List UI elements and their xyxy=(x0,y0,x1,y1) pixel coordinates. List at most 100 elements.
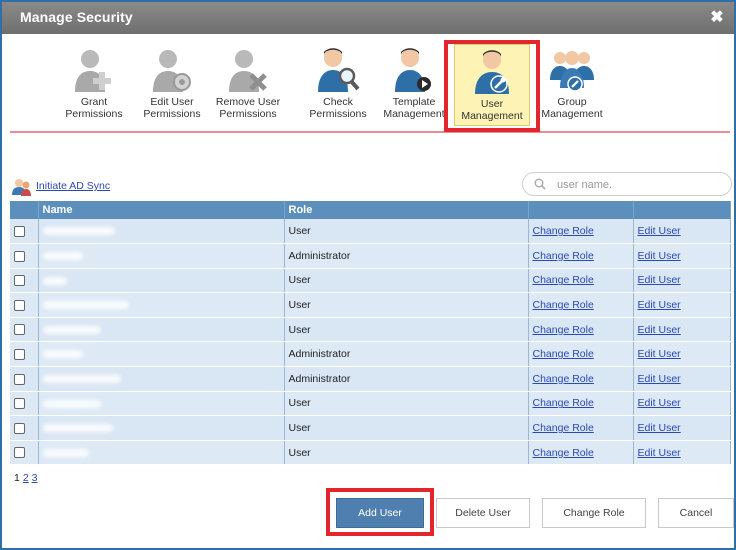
user-name-cell xyxy=(38,391,285,417)
change-role-link[interactable]: Change Role xyxy=(533,422,594,434)
user-remove-icon xyxy=(229,50,267,92)
row-checkbox[interactable] xyxy=(14,324,25,336)
edit-user-link[interactable]: Edit User xyxy=(638,422,681,434)
row-checkbox[interactable] xyxy=(14,225,25,237)
edit-user-link[interactable]: Edit User xyxy=(638,397,681,409)
change-role-link[interactable]: Change Role xyxy=(533,447,594,459)
search-box[interactable] xyxy=(522,172,732,196)
role-cell: User xyxy=(284,292,529,318)
user-wrench-icon xyxy=(475,50,509,94)
cancel-button[interactable]: Cancel xyxy=(658,498,734,528)
tool-template-management[interactable]: Template Management xyxy=(380,46,448,130)
dialog-title: Manage Security xyxy=(20,9,133,25)
role-cell: User xyxy=(284,317,529,343)
user-name-cell xyxy=(38,341,285,368)
user-gear-icon xyxy=(153,50,191,92)
group-wrench-icon xyxy=(550,51,594,92)
change-role-link[interactable]: Change Role xyxy=(533,299,594,311)
user-name-cell xyxy=(38,366,285,392)
tool-group-management[interactable]: Group Management xyxy=(534,46,610,130)
edit-user-link[interactable]: Edit User xyxy=(638,348,681,360)
ad-sync-link-group[interactable]: Initiate AD Sync xyxy=(12,178,110,196)
header-change-role xyxy=(528,201,634,219)
row-checkbox[interactable] xyxy=(14,299,25,311)
row-checkbox[interactable] xyxy=(14,398,25,410)
user-plus-icon xyxy=(75,50,111,92)
tool-label: User Management xyxy=(461,98,523,122)
page-3-link[interactable]: 3 xyxy=(32,472,38,484)
page-1-current: 1 xyxy=(14,472,20,484)
header-name[interactable]: Name xyxy=(38,201,285,219)
tool-label: Remove User Permissions xyxy=(215,96,281,120)
redacted-name xyxy=(42,301,129,310)
edit-user-link[interactable]: Edit User xyxy=(638,324,681,336)
change-role-link[interactable]: Change Role xyxy=(533,373,594,385)
change-role-link[interactable]: Change Role xyxy=(533,225,594,237)
row-checkbox[interactable] xyxy=(14,348,25,360)
tool-label: Group Management xyxy=(541,96,603,120)
initiate-ad-sync-link[interactable]: Initiate AD Sync xyxy=(36,180,110,192)
add-user-button[interactable]: Add User xyxy=(336,498,424,528)
edit-user-link[interactable]: Edit User xyxy=(638,274,681,286)
row-checkbox[interactable] xyxy=(14,275,25,287)
edit-user-link[interactable]: Edit User xyxy=(638,373,681,385)
role-cell: Administrator xyxy=(284,366,529,392)
redacted-name xyxy=(42,424,113,433)
tool-user-management[interactable]: User Management xyxy=(454,44,530,126)
change-role-link[interactable]: Change Role xyxy=(533,324,594,336)
tool-grant-permissions[interactable]: Grant Permissions xyxy=(52,46,136,130)
row-checkbox[interactable] xyxy=(14,373,25,385)
edit-user-link[interactable]: Edit User xyxy=(638,250,681,262)
user-name-cell xyxy=(38,268,285,294)
user-name-cell xyxy=(38,440,285,466)
delete-user-button[interactable]: Delete User xyxy=(436,498,530,528)
security-toolbar: Grant Permissions Edit User Permissions … xyxy=(2,36,734,132)
edit-user-link[interactable]: Edit User xyxy=(638,299,681,311)
edit-user-link[interactable]: Edit User xyxy=(638,225,681,237)
change-role-link[interactable]: Change Role xyxy=(533,274,594,286)
search-input[interactable] xyxy=(555,176,723,193)
table-row: Administrator Change Role Edit User xyxy=(10,366,731,392)
tool-check-permissions[interactable]: Check Permissions xyxy=(302,46,374,130)
title-bar: Manage Security ✖ xyxy=(2,2,734,34)
page-2-link[interactable]: 2 xyxy=(23,472,29,484)
role-cell: User xyxy=(284,268,529,294)
edit-user-link[interactable]: Edit User xyxy=(638,447,681,459)
pagination: 12 3 xyxy=(14,472,37,484)
table-row: User Change Role Edit User xyxy=(10,440,731,466)
user-name-cell xyxy=(38,317,285,343)
header-select xyxy=(10,201,39,219)
tool-label: Edit User Permissions xyxy=(143,96,201,120)
redacted-name xyxy=(42,325,101,334)
tool-remove-user-permissions[interactable]: Remove User Permissions xyxy=(210,46,286,130)
user-name-cell xyxy=(38,219,285,245)
search-icon xyxy=(534,178,546,190)
redacted-name xyxy=(42,350,83,359)
change-role-button[interactable]: Change Role xyxy=(542,498,646,528)
table-row: User Change Role Edit User xyxy=(10,292,731,318)
header-edit-user xyxy=(633,201,731,219)
row-checkbox[interactable] xyxy=(14,422,25,434)
change-role-link[interactable]: Change Role xyxy=(533,348,594,360)
close-icon[interactable]: ✖ xyxy=(708,7,726,27)
role-cell: User xyxy=(284,415,529,441)
tool-label: Template Management xyxy=(383,96,445,120)
row-checkbox[interactable] xyxy=(14,447,25,459)
user-search-icon xyxy=(318,48,360,92)
users-table: Name Role User Change Role Edit User Adm… xyxy=(10,201,731,466)
tool-edit-user-permissions[interactable]: Edit User Permissions xyxy=(136,46,208,130)
redacted-name xyxy=(42,375,121,384)
user-name-cell xyxy=(38,292,285,318)
header-role[interactable]: Role xyxy=(284,201,529,219)
tool-label: Grant Permissions xyxy=(65,96,123,120)
role-cell: Administrator xyxy=(284,243,529,269)
role-cell: Administrator xyxy=(284,341,529,368)
row-checkbox[interactable] xyxy=(14,250,25,262)
table-row: User Change Role Edit User xyxy=(10,391,731,417)
redacted-name xyxy=(42,399,101,408)
manage-security-dialog: Manage Security ✖ Grant Permissions Edit… xyxy=(0,0,736,550)
change-role-link[interactable]: Change Role xyxy=(533,250,594,262)
change-role-link[interactable]: Change Role xyxy=(533,397,594,409)
redacted-name xyxy=(42,252,83,261)
table-row: Administrator Change Role Edit User xyxy=(10,243,731,269)
